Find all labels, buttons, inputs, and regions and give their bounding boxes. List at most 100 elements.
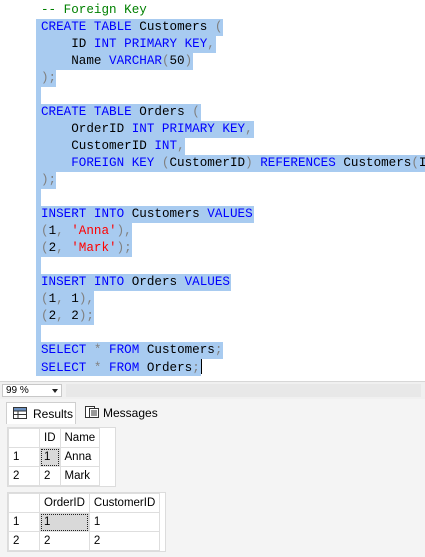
code-text: ID INT PRIMARY KEY,	[41, 36, 215, 53]
code-token: Customers	[124, 207, 208, 221]
code-token: )	[184, 54, 193, 68]
table-cell[interactable]: 2	[39, 466, 61, 486]
code-token: INT	[154, 139, 178, 153]
code-line[interactable]: (2, 2);	[0, 308, 425, 325]
code-token: FOREIGN KEY	[71, 156, 155, 170]
code-token: 1	[48, 224, 57, 238]
code-token: ,	[56, 292, 72, 306]
table-row[interactable]: 111	[8, 512, 161, 532]
code-line[interactable]	[0, 189, 425, 206]
code-token: INTO	[93, 207, 125, 221]
selection-highlight	[36, 325, 41, 342]
code-text: CustomerID INT,	[41, 138, 184, 155]
sql-editor[interactable]: -- Foreign Key CREATE TABLE Customers ( I…	[0, 0, 425, 380]
code-text: -- Foreign Key	[41, 2, 147, 19]
code-line[interactable]: (2, 'Mark');	[0, 240, 425, 257]
table-cell[interactable]: Anna	[59, 447, 101, 467]
code-token: CustomerID	[41, 139, 155, 153]
code-line[interactable]: );	[0, 70, 425, 87]
zoom-dropdown[interactable]: 99 %	[2, 384, 62, 397]
code-token: 2	[48, 241, 57, 255]
code-token: TABLE	[93, 105, 132, 119]
code-token: );	[78, 309, 94, 323]
code-line[interactable]: (1, 1),	[0, 291, 425, 308]
table-cell[interactable]: 2	[88, 531, 161, 551]
table-cell[interactable]: 2	[39, 531, 90, 551]
code-token: ,	[56, 224, 72, 238]
result-table: ID Name 1 1 Anna 2 2 Mark	[8, 428, 101, 486]
table-cell[interactable]: Mark	[59, 466, 101, 486]
code-token: REFERENCES	[260, 156, 336, 170]
header-row: ID Name	[8, 428, 101, 448]
code-token: FROM	[109, 343, 140, 357]
table-cell[interactable]: 1	[88, 512, 161, 532]
grid-icon	[13, 407, 27, 419]
table-row[interactable]: 222	[8, 531, 161, 551]
column-header[interactable]: CustomerID	[88, 493, 161, 513]
code-line[interactable]: (1, 'Anna'),	[0, 223, 425, 240]
column-header[interactable]: Name	[59, 428, 101, 448]
code-line[interactable]: FOREIGN KEY (CustomerID) REFERENCES Cust…	[0, 155, 425, 172]
code-token: OrderID	[41, 122, 132, 136]
column-header[interactable]: OrderID	[39, 493, 90, 513]
code-token: CREATE	[41, 20, 87, 34]
row-number[interactable]: 1	[8, 512, 40, 532]
code-text: CREATE TABLE Customers (	[41, 19, 222, 36]
table-row[interactable]: 2 2 Mark	[8, 466, 101, 486]
code-text: CREATE TABLE Orders (	[41, 104, 200, 121]
code-line[interactable]: );	[0, 172, 425, 189]
code-token: (	[41, 241, 49, 255]
code-token: VALUES	[207, 207, 253, 221]
code-token: );	[41, 71, 57, 85]
row-number-header[interactable]	[8, 493, 40, 513]
table-row[interactable]: 1 1 Anna	[8, 447, 101, 467]
code-token: );	[116, 241, 132, 255]
horizontal-scrollbar[interactable]	[66, 384, 421, 397]
code-token: INT PRIMARY KEY	[131, 122, 246, 136]
code-line[interactable]	[0, 87, 425, 104]
result-grid-orders[interactable]: OrderID CustomerID 1 1 1 2 2 2	[7, 492, 166, 552]
code-token: (	[41, 292, 49, 306]
code-token: TABLE	[93, 20, 132, 34]
tab-results[interactable]: Results	[6, 402, 76, 424]
code-token: ID	[41, 37, 94, 51]
zoom-value: 99 %	[6, 385, 29, 396]
zoom-bar: 99 %	[0, 381, 425, 399]
table-cell[interactable]: 1	[39, 512, 90, 532]
results-tabs: Results Messages	[0, 399, 425, 425]
code-line[interactable]	[0, 257, 425, 274]
column-header[interactable]: ID	[39, 428, 61, 448]
tab-messages[interactable]: Messages	[79, 402, 159, 424]
code-line[interactable]: SELECT * FROM Customers;	[0, 342, 425, 359]
code-token: Customers	[131, 20, 215, 34]
code-line[interactable]: CREATE TABLE Orders (	[0, 104, 425, 121]
code-token: ID	[418, 156, 425, 170]
table-cell[interactable]: 1	[39, 447, 61, 467]
row-number[interactable]: 2	[8, 531, 40, 551]
code-token: 1	[71, 292, 79, 306]
code-line[interactable]: SELECT * FROM Orders;	[0, 359, 425, 376]
code-token: 'Mark'	[71, 241, 117, 255]
code-line[interactable]: ID INT PRIMARY KEY,	[0, 36, 425, 53]
result-grid-customers[interactable]: ID Name 1 1 Anna 2 2 Mark	[7, 427, 116, 487]
code-token: ),	[116, 224, 132, 238]
code-line[interactable]: OrderID INT PRIMARY KEY,	[0, 121, 425, 138]
code-line[interactable]: INSERT INTO Orders VALUES	[0, 274, 425, 291]
code-line[interactable]: CREATE TABLE Customers (	[0, 19, 425, 36]
code-line[interactable]	[0, 325, 425, 342]
code-line[interactable]: CustomerID INT,	[0, 138, 425, 155]
row-number[interactable]: 2	[8, 466, 40, 486]
code-token: INT PRIMARY KEY	[93, 37, 208, 51]
code-token: Orders	[139, 361, 193, 375]
row-number[interactable]: 1	[8, 447, 40, 467]
code-line[interactable]: Name VARCHAR(50)	[0, 53, 425, 70]
code-token: 1	[48, 292, 57, 306]
code-token: Customers	[335, 156, 412, 170]
selection-highlight	[36, 189, 41, 206]
code-line[interactable]: -- Foreign Key	[0, 2, 425, 19]
code-line[interactable]: INSERT INTO Customers VALUES	[0, 206, 425, 223]
row-number-header[interactable]	[8, 428, 40, 448]
result-table: OrderID CustomerID 1 1 1 2 2 2	[8, 493, 161, 551]
